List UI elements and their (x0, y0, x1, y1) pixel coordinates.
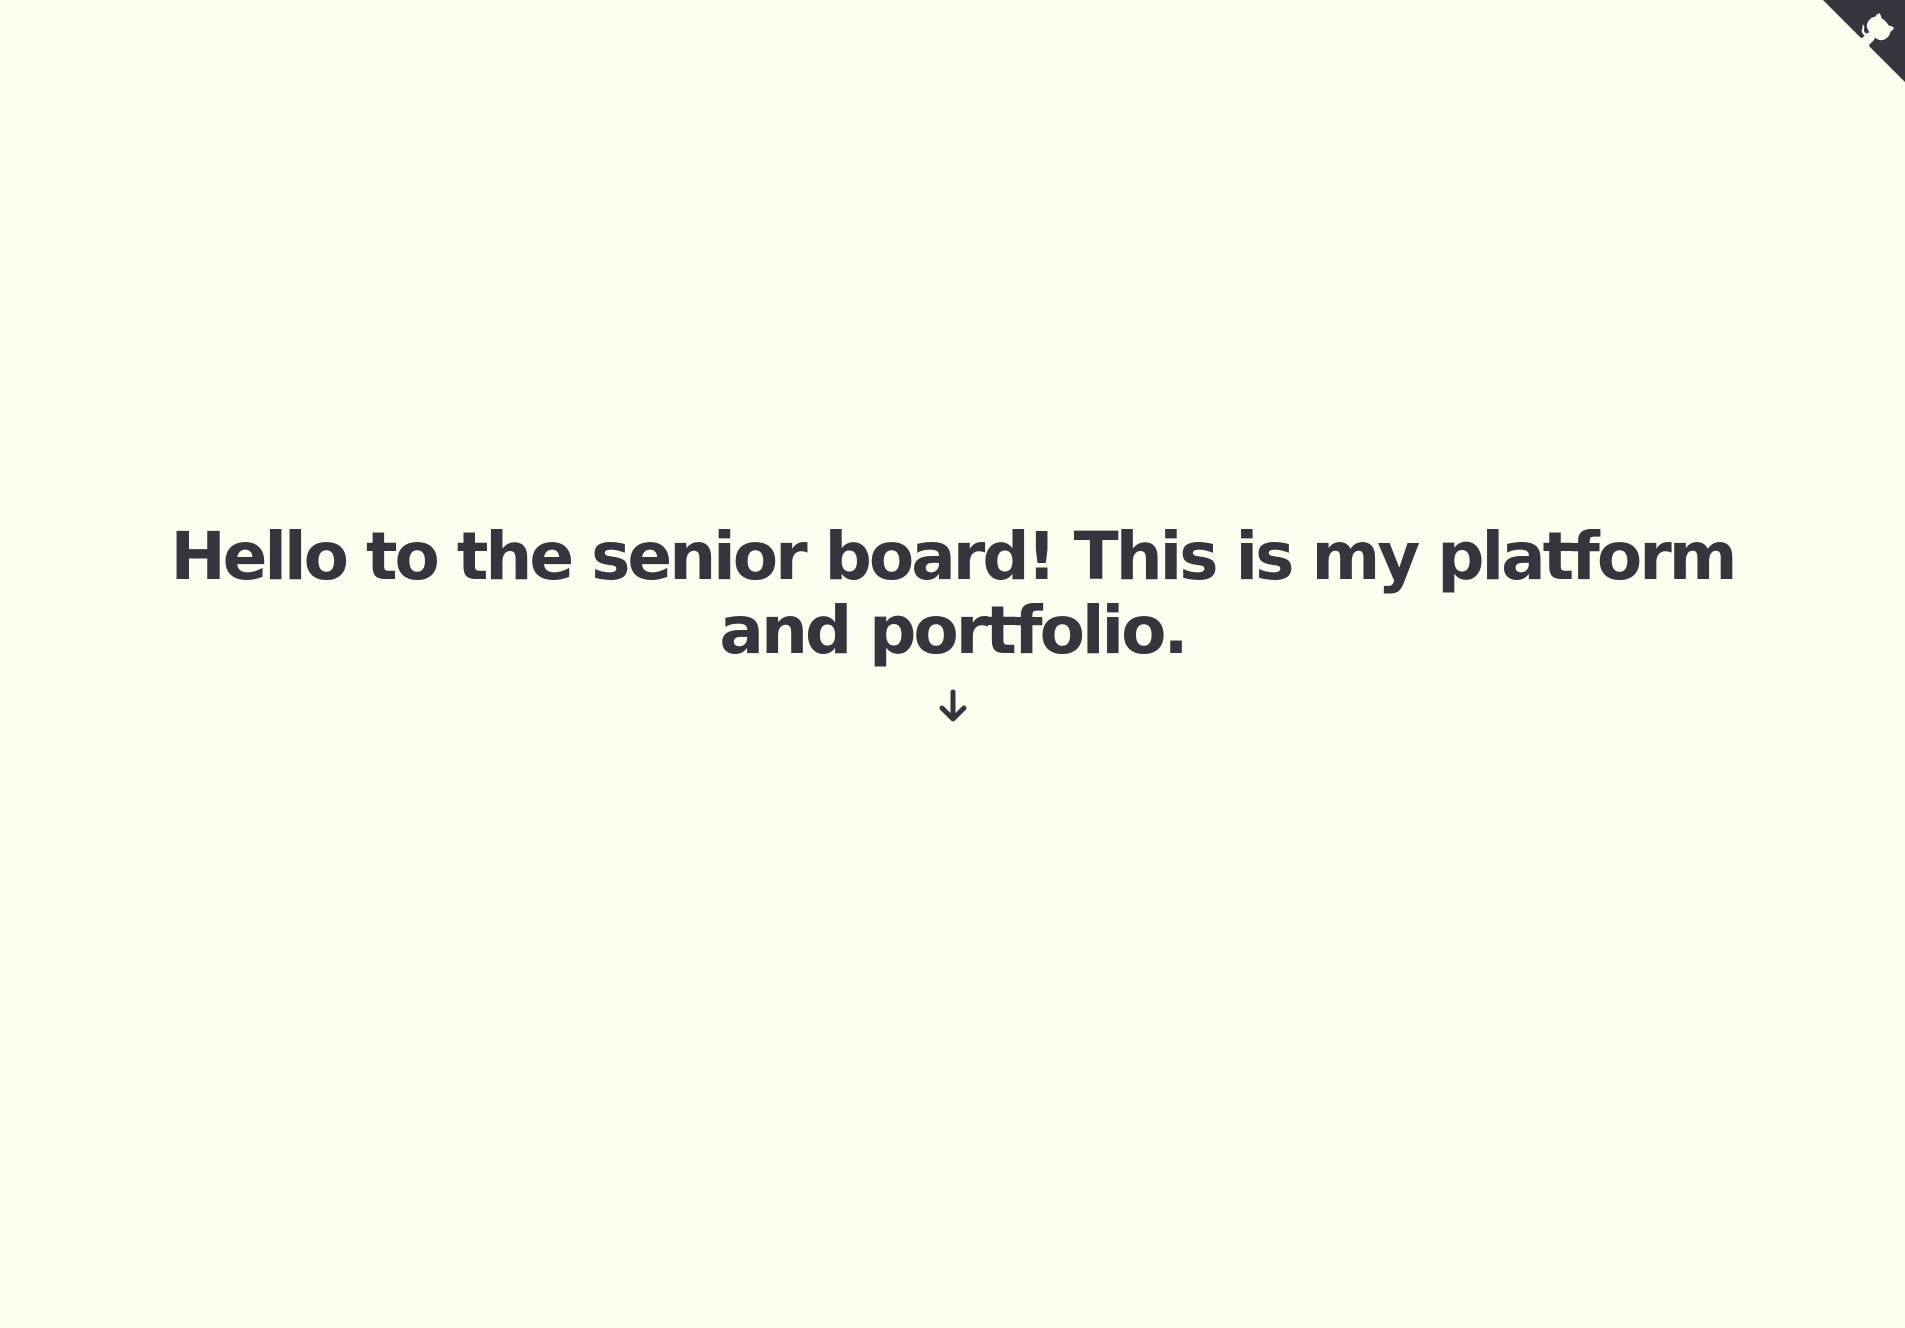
scroll-down-button[interactable] (933, 688, 973, 728)
hero-heading: Hello to the senior board! This is my pl… (170, 518, 1737, 669)
hero-section: Hello to the senior board! This is my pl… (0, 520, 1905, 728)
arrow-down-icon (939, 689, 966, 722)
github-corner-link[interactable] (1823, 0, 1905, 82)
github-corner-icon (1823, 0, 1905, 82)
